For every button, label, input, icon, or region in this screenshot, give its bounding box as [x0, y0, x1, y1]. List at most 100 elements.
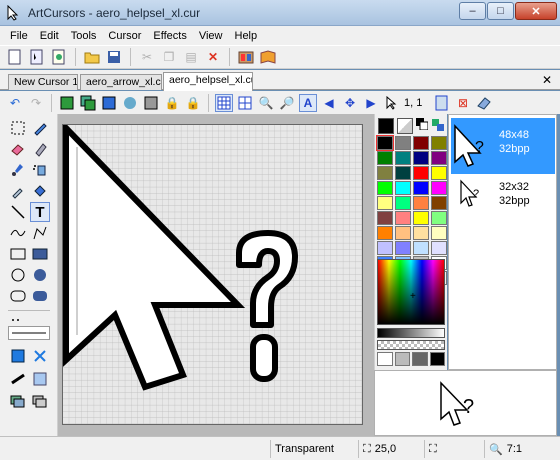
cut-icon[interactable]: ✂ [138, 48, 156, 66]
palette-swatch[interactable] [431, 181, 447, 195]
hotspot-icon[interactable] [383, 94, 401, 112]
minimize-button[interactable]: – [459, 2, 486, 20]
pencil-tool-icon[interactable] [30, 118, 50, 138]
line-style-icon[interactable] [8, 369, 28, 389]
palette-swatch[interactable] [377, 166, 393, 180]
palette-swatch[interactable] [377, 151, 393, 165]
test-cursor-icon[interactable] [433, 94, 451, 112]
eyedropper-tool-icon[interactable] [8, 181, 28, 201]
palette-swatch[interactable] [413, 211, 429, 225]
palette-swatch[interactable] [431, 226, 447, 240]
palette-swatch[interactable] [431, 196, 447, 210]
palette-swatch[interactable] [413, 151, 429, 165]
palette-swatch[interactable] [431, 151, 447, 165]
menu-tools[interactable]: Tools [65, 30, 103, 42]
palette-swatch[interactable] [395, 166, 411, 180]
ellipse-tool-icon[interactable] [8, 265, 28, 285]
line-tool-icon[interactable] [8, 202, 28, 222]
tab-aero-helpsel[interactable]: aero_helpsel_xl.cur [163, 72, 253, 91]
recent-color-swatch[interactable] [429, 352, 445, 366]
grid-large-icon[interactable] [236, 94, 254, 112]
background-color-swatch[interactable] [397, 118, 413, 134]
blur-icon[interactable] [121, 94, 139, 112]
pixel-canvas[interactable] [62, 120, 363, 425]
filled-ellipse-tool-icon[interactable] [30, 265, 50, 285]
select-tool-icon[interactable] [8, 118, 28, 138]
redo-icon[interactable]: ↷ [27, 94, 45, 112]
palette-swatch[interactable] [377, 211, 393, 225]
shadow-mode-icon[interactable] [8, 392, 28, 412]
open-folder-icon[interactable] [83, 48, 101, 66]
palette-swatch[interactable] [431, 166, 447, 180]
polyline-tool-icon[interactable] [30, 223, 50, 243]
recent-color-swatch[interactable] [412, 352, 428, 366]
menu-effects[interactable]: Effects [147, 30, 192, 42]
gradient-icon[interactable] [30, 369, 50, 389]
brush-tool-icon[interactable] [8, 160, 28, 180]
palette-swatch[interactable] [431, 241, 447, 255]
antialias-icon[interactable]: A [299, 93, 317, 112]
palette-swatch[interactable] [377, 196, 393, 210]
palette-swatch[interactable] [413, 196, 429, 210]
swap-colors-icon[interactable] [416, 118, 429, 131]
zoom-out-icon[interactable]: 🔎 [278, 94, 296, 112]
brightness-slider[interactable] [377, 328, 445, 338]
close-button[interactable]: ✕ [515, 2, 557, 20]
palette-swatch[interactable] [395, 241, 411, 255]
palette-swatch[interactable] [431, 136, 447, 150]
opaque-mode-icon[interactable] [8, 346, 28, 366]
transparent-mode-icon[interactable] [30, 346, 50, 366]
palette-swatch[interactable] [395, 211, 411, 225]
fill-tool-icon[interactable] [30, 181, 50, 201]
recent-color-swatch[interactable] [394, 352, 410, 366]
move-all-icon[interactable]: ✥ [341, 94, 359, 112]
delete-icon[interactable]: ✕ [204, 48, 222, 66]
outline-mode-icon[interactable] [30, 392, 50, 412]
rounded-rect-tool-icon[interactable] [8, 286, 28, 306]
menu-help[interactable]: Help [229, 30, 264, 42]
zoom-in-icon[interactable]: 🔍 [257, 94, 275, 112]
lock-alpha-icon[interactable]: 🔒 [184, 94, 202, 112]
save-icon[interactable] [105, 48, 123, 66]
tab-aero-arrow[interactable]: aero_arrow_xl.cur [80, 74, 162, 90]
recent-color-swatch[interactable] [377, 352, 393, 366]
undo-icon[interactable]: ↶ [6, 94, 24, 112]
paste-icon[interactable]: ▤ [182, 48, 200, 66]
grayscale-icon[interactable] [142, 94, 160, 112]
move-left-icon[interactable]: ◀ [320, 94, 338, 112]
new-animated-icon[interactable] [50, 48, 68, 66]
marker-tool-icon[interactable] [30, 139, 50, 159]
book-icon[interactable] [259, 48, 277, 66]
copy-frame-icon[interactable] [79, 94, 97, 112]
menu-edit[interactable]: Edit [34, 30, 65, 42]
alpha-slider[interactable] [377, 340, 445, 350]
menu-file[interactable]: File [4, 30, 34, 42]
palette-swatch[interactable] [413, 181, 429, 195]
new-file-icon[interactable] [6, 48, 24, 66]
library-icon[interactable] [237, 48, 255, 66]
menu-view[interactable]: View [193, 30, 229, 42]
palette-swatch[interactable] [395, 151, 411, 165]
palette-swatch[interactable] [413, 241, 429, 255]
maximize-button[interactable]: □ [487, 2, 514, 20]
text-tool-icon[interactable]: T [30, 202, 50, 222]
palette-swatch[interactable] [395, 196, 411, 210]
tab-new-cursor-1[interactable]: New Cursor 1 [8, 74, 78, 90]
palette-swatch[interactable] [395, 226, 411, 240]
format-item-32[interactable]: ? 32x32 32bpp [451, 175, 555, 215]
menu-cursor[interactable]: Cursor [102, 30, 147, 42]
palette-swatch[interactable] [431, 211, 447, 225]
rectangle-tool-icon[interactable] [8, 244, 28, 264]
palette-swatch[interactable] [395, 181, 411, 195]
eraser-tool-icon[interactable] [8, 139, 28, 159]
reset-colors-icon[interactable] [431, 118, 445, 132]
foreground-color-swatch[interactable] [378, 118, 394, 134]
close-tab-icon[interactable]: ✕ [542, 73, 552, 87]
palette-swatch[interactable] [377, 181, 393, 195]
copy-icon[interactable]: ❐ [160, 48, 178, 66]
palette-swatch[interactable] [413, 226, 429, 240]
frame-properties-icon[interactable] [100, 94, 118, 112]
format-item-48[interactable]: ? 48x48 32bpp [451, 118, 555, 174]
lock-icon[interactable]: 🔒 [163, 94, 181, 112]
new-cursor-icon[interactable] [28, 48, 46, 66]
